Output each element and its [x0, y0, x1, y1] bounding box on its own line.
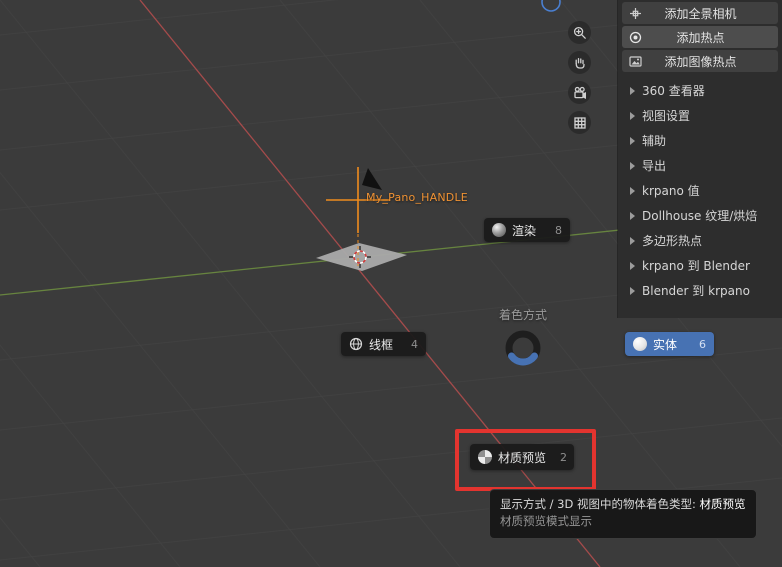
pie-item-label: 材质预览: [498, 450, 547, 465]
section-label: Blender 到 krpano: [642, 284, 750, 298]
section-krpano-value[interactable]: krpano 值: [618, 178, 782, 203]
section-360-viewer[interactable]: 360 查看器: [618, 78, 782, 103]
3d-viewport[interactable]: My_Pano_HANDLE 添加全景相机 添加热点 添加图像热点 360 查看…: [0, 0, 782, 567]
material-sphere-icon: [478, 450, 492, 464]
section-label: 360 查看器: [642, 84, 705, 98]
sidebar-panel: 添加全景相机 添加热点 添加图像热点 360 查看器 视图设置 辅助 导出 kr…: [618, 0, 782, 318]
rotate-gizmo-circle[interactable]: [541, 0, 561, 12]
chevron-right-icon: [630, 186, 635, 195]
section-label: krpano 值: [642, 184, 700, 198]
button-label: 添加热点: [676, 30, 725, 45]
button-label: 添加全景相机: [664, 6, 737, 21]
chevron-right-icon: [630, 236, 635, 245]
hotspot-icon: [628, 30, 643, 45]
button-label: 添加图像热点: [664, 54, 737, 69]
chevron-right-icon: [630, 136, 635, 145]
shortcut-badge: 2: [560, 450, 568, 464]
add-hotspot-button[interactable]: 添加热点: [622, 26, 778, 48]
shortcut-badge: 4: [411, 337, 418, 351]
chevron-right-icon: [630, 211, 635, 220]
pano-camera-icon: [628, 6, 643, 21]
x-axis-line: [139, 0, 601, 567]
pie-item-wireframe[interactable]: 线框 4: [341, 332, 426, 356]
chevron-right-icon: [630, 86, 635, 95]
pan-view-button[interactable]: [568, 51, 591, 74]
camera-view-icon: [573, 86, 586, 99]
pie-item-solid[interactable]: 实体 6: [625, 332, 714, 356]
section-label: Dollhouse 纹理/烘焙: [642, 209, 758, 223]
shortcut-badge: 8: [555, 223, 562, 237]
section-auxiliary[interactable]: 辅助: [618, 128, 782, 153]
pie-item-material-preview[interactable]: 材质预览 2: [470, 444, 574, 470]
chevron-right-icon: [630, 111, 635, 120]
chevron-right-icon: [630, 161, 635, 170]
section-blender-to-krpano[interactable]: Blender 到 krpano: [618, 278, 782, 303]
section-label: 视图设置: [642, 109, 691, 123]
zoom-in-icon: [573, 26, 586, 39]
object-label: My_Pano_HANDLE: [366, 191, 468, 204]
tooltip-description: 显示方式 / 3D 视图中的物体着色类型:: [500, 497, 696, 511]
camera-view-button[interactable]: [568, 81, 591, 104]
pie-item-rendered[interactable]: 渲染 8: [484, 218, 570, 242]
pie-menu-title: 着色方式: [498, 308, 548, 322]
solid-sphere-icon: [633, 337, 647, 351]
tooltip-value: 材质预览: [699, 497, 746, 511]
pie-item-label: 实体: [653, 337, 678, 352]
section-label: 辅助: [642, 134, 667, 148]
chevron-right-icon: [630, 261, 635, 270]
add-pano-camera-button[interactable]: 添加全景相机: [622, 2, 778, 24]
tooltip: 显示方式 / 3D 视图中的物体着色类型: 材质预览 材质预览模式显示: [489, 489, 757, 539]
section-dollhouse-bake[interactable]: Dollhouse 纹理/烘焙: [618, 203, 782, 228]
chevron-right-icon: [630, 286, 635, 295]
section-polygon-hotspot[interactable]: 多边形热点: [618, 228, 782, 253]
rendered-sphere-icon: [492, 223, 506, 237]
orthographic-toggle-button[interactable]: [568, 111, 591, 134]
shortcut-badge: 6: [699, 337, 706, 351]
section-label: 多边形热点: [642, 234, 703, 248]
section-view-settings[interactable]: 视图设置: [618, 103, 782, 128]
wireframe-sphere-icon: [349, 337, 363, 351]
section-krpano-to-blender[interactable]: krpano 到 Blender: [618, 253, 782, 278]
pan-hand-icon: [575, 57, 585, 69]
pie-item-label: 渲染: [512, 223, 537, 238]
section-export[interactable]: 导出: [618, 153, 782, 178]
pie-item-label: 线框: [369, 337, 394, 352]
add-image-hotspot-button[interactable]: 添加图像热点: [622, 50, 778, 72]
section-label: 导出: [642, 159, 667, 173]
image-hotspot-icon: [628, 54, 643, 69]
grid-ortho-icon: [573, 116, 586, 129]
section-label: krpano 到 Blender: [642, 259, 750, 273]
plane-object[interactable]: [316, 243, 407, 271]
pie-center-widget: [505, 330, 541, 366]
tooltip-subtext: 材质预览模式显示: [500, 514, 592, 529]
zoom-in-button[interactable]: [568, 21, 591, 44]
